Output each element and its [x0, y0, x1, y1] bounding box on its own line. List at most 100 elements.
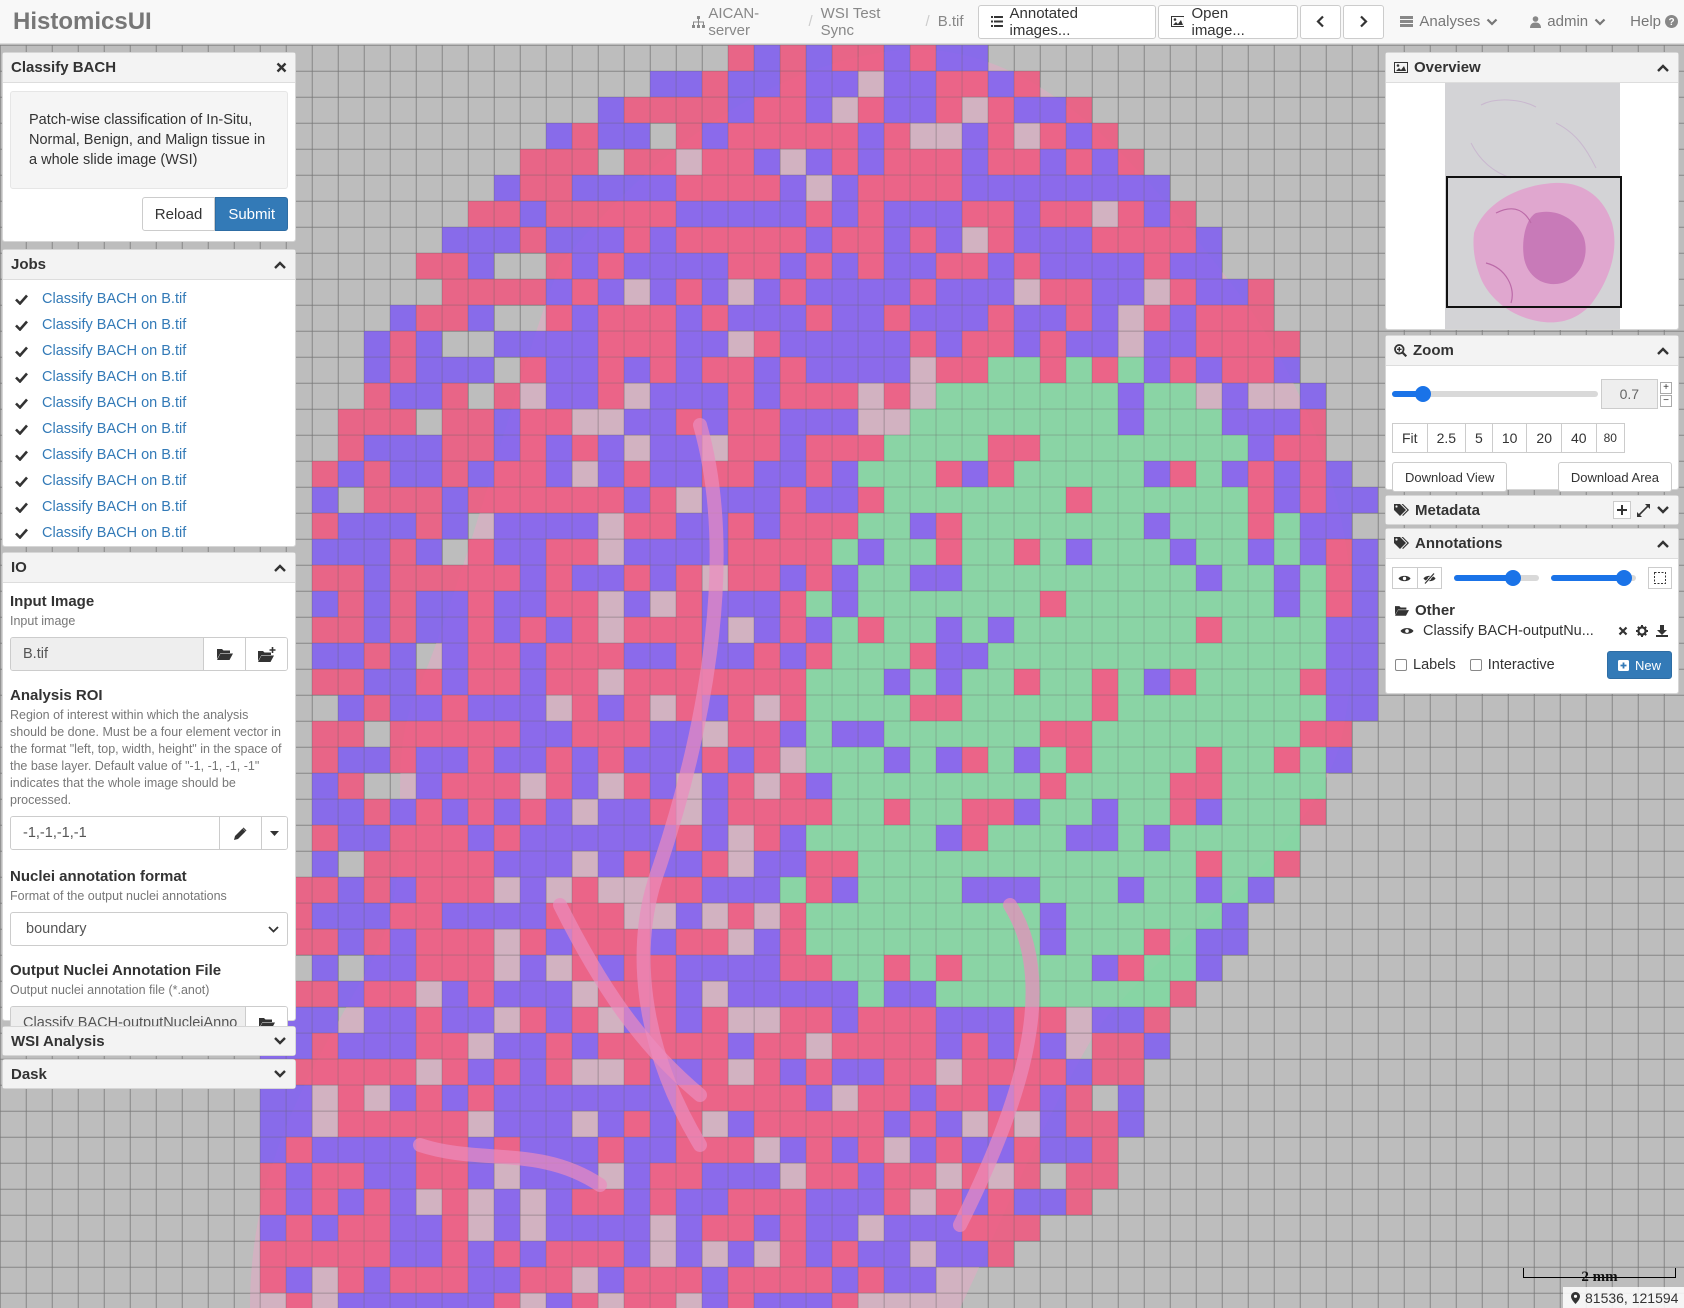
job-link[interactable]: Classify BACH on B.tif — [42, 447, 186, 463]
annotations-panel-header[interactable]: Annotations — [1386, 529, 1678, 559]
classification-tile — [416, 383, 442, 409]
zoom-minus-button[interactable]: − — [1660, 394, 1672, 407]
job-row[interactable]: Classify BACH on B.tif — [3, 416, 295, 442]
chevron-up-icon[interactable] — [1656, 346, 1670, 356]
zoom-slider-handle[interactable] — [1415, 386, 1432, 402]
upload-image-button[interactable] — [245, 638, 287, 670]
job-row[interactable]: Classify BACH on B.tif — [3, 468, 295, 494]
wsi-analysis-panel[interactable]: WSI Analysis — [2, 1026, 296, 1056]
next-image-button[interactable] — [1343, 4, 1385, 39]
job-link[interactable]: Classify BACH on B.tif — [42, 291, 186, 307]
magnification-button-fit[interactable]: Fit — [1392, 423, 1428, 453]
breadcrumb-file[interactable]: B.tif — [938, 13, 964, 30]
zoom-panel-header[interactable]: Zoom — [1386, 336, 1678, 366]
breadcrumb-server[interactable]: AICAN-server — [708, 5, 800, 39]
select-region-button[interactable] — [1648, 567, 1673, 589]
overview-panel-header[interactable]: Overview — [1386, 53, 1678, 83]
eye-icon[interactable] — [1400, 626, 1414, 636]
metadata-panel-header[interactable]: Metadata — [1386, 496, 1678, 524]
classification-tile — [676, 929, 702, 955]
breadcrumb-folder[interactable]: WSI Test Sync — [821, 5, 918, 39]
annotation-opacity-slider[interactable] — [1454, 570, 1540, 586]
job-row[interactable]: Classify BACH on B.tif — [3, 442, 295, 468]
job-link[interactable]: Classify BACH on B.tif — [42, 395, 186, 411]
show-all-button[interactable] — [1392, 567, 1418, 589]
job-row[interactable]: Classify BACH on B.tif — [3, 312, 295, 338]
roi-input[interactable]: -1,-1,-1,-1 — [11, 817, 219, 849]
job-link[interactable]: Classify BACH on B.tif — [42, 369, 186, 385]
analyses-menu[interactable]: Analyses — [1400, 13, 1504, 30]
delete-icon[interactable] — [1618, 626, 1628, 636]
download-view-button[interactable]: Download View — [1392, 462, 1508, 492]
job-row[interactable]: Classify BACH on B.tif — [3, 364, 295, 390]
jobs-panel-header[interactable]: Jobs — [3, 250, 295, 280]
expand-icon[interactable] — [1637, 503, 1650, 517]
job-link[interactable]: Classify BACH on B.tif — [42, 343, 186, 359]
help-menu[interactable]: Help ? — [1630, 13, 1684, 30]
zoom-panel-title: Zoom — [1413, 342, 1454, 359]
magnification-button-2-5[interactable]: 2.5 — [1426, 423, 1467, 453]
browse-image-button[interactable] — [203, 638, 245, 670]
job-row[interactable]: Classify BACH on B.tif — [3, 520, 295, 546]
add-icon[interactable] — [1613, 501, 1631, 519]
chevron-down-icon[interactable] — [273, 1069, 287, 1079]
classification-tile — [650, 279, 676, 305]
download-area-button[interactable]: Download Area — [1557, 462, 1672, 492]
input-image-field[interactable]: B.tif — [11, 638, 203, 670]
magnification-button-80[interactable]: 80 — [1595, 423, 1625, 453]
zoom-slider[interactable] — [1392, 386, 1598, 402]
job-link[interactable]: Classify BACH on B.tif — [42, 317, 186, 333]
chevron-up-icon[interactable] — [273, 563, 287, 573]
annotation-fill-opacity-handle[interactable] — [1616, 570, 1633, 586]
annotation-fill-opacity-slider[interactable] — [1551, 570, 1637, 586]
job-link[interactable]: Classify BACH on B.tif — [42, 473, 186, 489]
interactive-checkbox[interactable] — [1469, 659, 1482, 671]
chevron-up-icon[interactable] — [1656, 63, 1670, 73]
download-icon[interactable] — [1656, 625, 1668, 637]
roi-dropdown-button[interactable] — [261, 817, 287, 849]
previous-image-button[interactable] — [1300, 4, 1342, 39]
classification-tile — [494, 825, 520, 851]
reload-button[interactable]: Reload — [141, 197, 216, 231]
annotation-item[interactable]: Classify BACH-outputNu... — [1386, 623, 1678, 639]
chevron-up-icon[interactable] — [1656, 539, 1670, 549]
brand-logo[interactable]: HistomicsUI — [13, 8, 571, 36]
dask-header[interactable]: Dask — [3, 1060, 295, 1088]
classification-tile — [702, 1267, 728, 1293]
job-row[interactable]: Classify BACH on B.tif — [3, 390, 295, 416]
gear-icon[interactable] — [1636, 625, 1648, 637]
magnification-button-10[interactable]: 10 — [1491, 423, 1528, 453]
annotation-item-name[interactable]: Classify BACH-outputNu... — [1423, 623, 1618, 639]
nuclei-format-select[interactable]: boundary — [10, 912, 288, 946]
annotation-opacity-handle[interactable] — [1504, 570, 1521, 586]
job-link[interactable]: Classify BACH on B.tif — [42, 525, 186, 541]
wsi-analysis-header[interactable]: WSI Analysis — [3, 1027, 295, 1055]
open-image-button[interactable]: Open image... — [1157, 4, 1299, 39]
zoom-plus-button[interactable]: + — [1660, 381, 1672, 394]
job-link[interactable]: Classify BACH on B.tif — [42, 421, 186, 437]
overview-thumbnail[interactable] — [1386, 83, 1680, 329]
classification-tile — [624, 1085, 650, 1111]
job-link[interactable]: Classify BACH on B.tif — [42, 499, 186, 515]
io-panel-header[interactable]: IO — [3, 553, 295, 583]
chevron-up-icon[interactable] — [273, 260, 287, 270]
annotation-group[interactable]: Other — [1386, 602, 1678, 619]
close-icon[interactable] — [276, 62, 287, 73]
job-row[interactable]: Classify BACH on B.tif — [3, 338, 295, 364]
magnification-button-40[interactable]: 40 — [1560, 423, 1597, 453]
hide-all-button[interactable] — [1416, 567, 1443, 589]
zoom-value[interactable]: 0.7 — [1600, 379, 1658, 409]
new-annotation-button[interactable]: New — [1606, 651, 1672, 679]
job-row[interactable]: Classify BACH on B.tif — [3, 286, 295, 312]
annotated-images-button[interactable]: Annotated images... — [977, 4, 1156, 39]
magnification-button-20[interactable]: 20 — [1526, 423, 1562, 453]
chevron-down-icon[interactable] — [1656, 505, 1670, 515]
submit-button[interactable]: Submit — [215, 197, 288, 231]
user-menu[interactable]: admin — [1530, 13, 1612, 30]
magnification-button-5[interactable]: 5 — [1465, 423, 1493, 453]
job-row[interactable]: Classify BACH on B.tif — [3, 494, 295, 520]
draw-roi-button[interactable] — [219, 817, 261, 849]
dask-panel[interactable]: Dask — [2, 1059, 296, 1089]
labels-checkbox[interactable] — [1395, 659, 1407, 671]
chevron-down-icon[interactable] — [273, 1036, 287, 1046]
